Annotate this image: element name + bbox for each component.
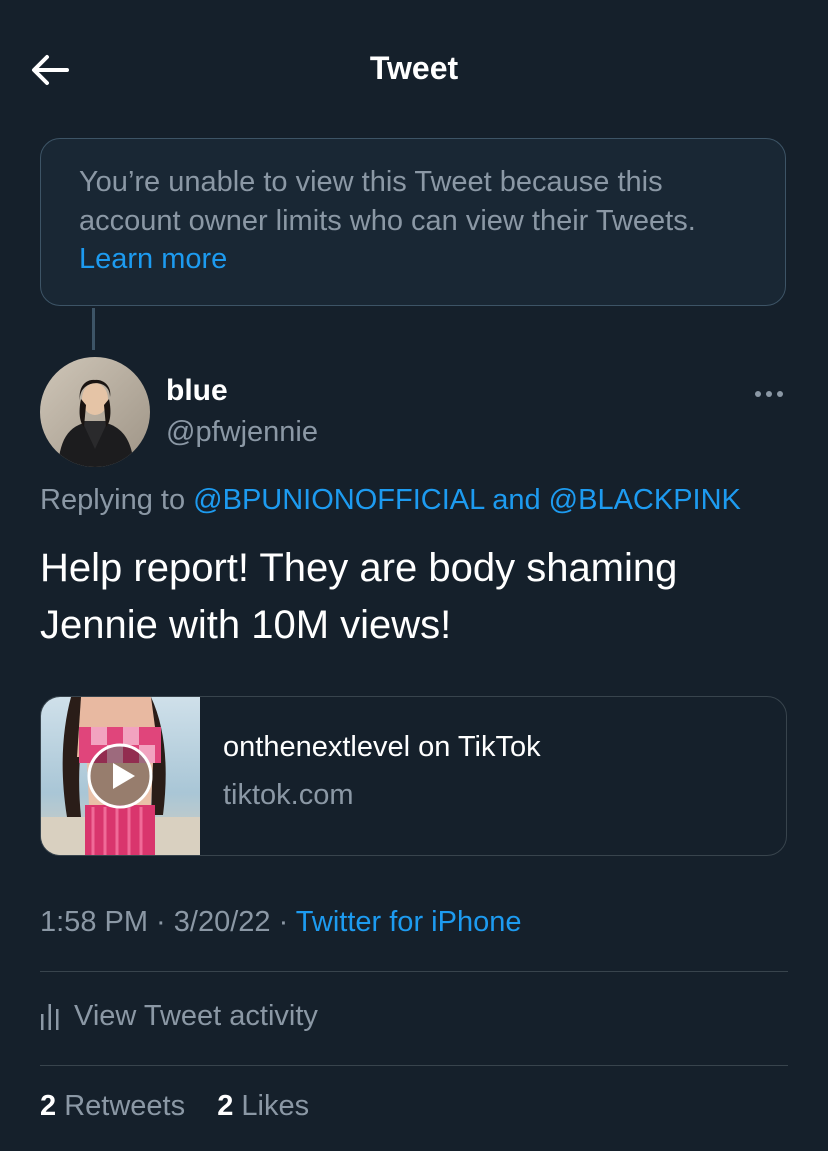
link-preview-card[interactable]: onthenextlevel on TikTok tiktok.com bbox=[40, 696, 787, 856]
meta-separator: · bbox=[270, 906, 296, 938]
view-tweet-activity-button[interactable]: View Tweet activity bbox=[40, 990, 318, 1042]
card-domain: tiktok.com bbox=[223, 779, 354, 811]
mention-blackpink[interactable]: @BLACKPINK bbox=[549, 484, 741, 516]
page-title: Tweet bbox=[369, 50, 459, 86]
divider bbox=[40, 971, 788, 972]
engagement-stats: 2 Retweets 2 Likes bbox=[40, 1090, 309, 1123]
username-handle[interactable]: @pfwjennie bbox=[166, 416, 318, 449]
avatar-image bbox=[40, 357, 150, 467]
likes-label: Likes bbox=[233, 1090, 310, 1122]
card-title: onthenextlevel on TikTok bbox=[223, 731, 541, 763]
retweets-count: 2 bbox=[40, 1090, 57, 1122]
thread-connector-line bbox=[92, 308, 95, 350]
likes-count: 2 bbox=[217, 1090, 234, 1122]
retweets-stat[interactable]: 2 Retweets bbox=[40, 1090, 185, 1122]
play-icon[interactable] bbox=[87, 743, 153, 809]
mention-bpunionofficial[interactable]: @BPUNIONOFFICIAL bbox=[193, 484, 484, 516]
retweets-label: Retweets bbox=[56, 1090, 186, 1122]
card-thumbnail bbox=[41, 697, 200, 855]
tweet-text: Help report! They are body shaming Jenni… bbox=[40, 546, 678, 647]
meta-separator: · bbox=[148, 906, 174, 938]
more-options-button[interactable] bbox=[748, 380, 790, 408]
tweet-metadata: 1:58 PM · 3/20/22 · Twitter for iPhone bbox=[40, 906, 521, 939]
tweet-time: 1:58 PM bbox=[40, 906, 148, 938]
mention-joiner: and bbox=[484, 484, 549, 516]
notice-text: You’re unable to view this Tweet because… bbox=[79, 166, 696, 237]
analytics-bars-icon bbox=[41, 1004, 59, 1030]
learn-more-link[interactable]: Learn more bbox=[79, 243, 227, 275]
top-bar: Tweet bbox=[0, 0, 828, 138]
tweet-date: 3/20/22 bbox=[173, 906, 271, 938]
likes-stat[interactable]: 2 Likes bbox=[217, 1090, 309, 1122]
replying-prefix: Replying to bbox=[40, 484, 194, 516]
tweet-source-link[interactable]: Twitter for iPhone bbox=[296, 906, 522, 938]
avatar[interactable] bbox=[40, 357, 150, 467]
more-dots-icon bbox=[755, 391, 783, 397]
divider bbox=[40, 1065, 788, 1066]
replying-to-line: Replying to @BPUNIONOFFICIAL and @BLACKP… bbox=[40, 484, 741, 517]
view-tweet-activity-label: View Tweet activity bbox=[74, 999, 318, 1032]
restricted-tweet-notice: You’re unable to view this Tweet because… bbox=[40, 138, 786, 306]
display-name[interactable]: blue bbox=[166, 374, 228, 408]
